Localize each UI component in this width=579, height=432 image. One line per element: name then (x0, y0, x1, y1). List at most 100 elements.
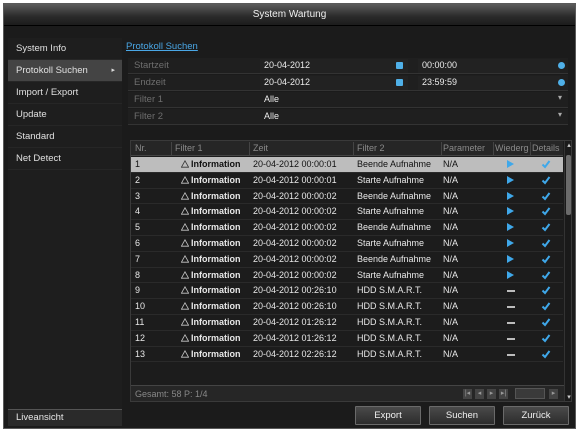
unavailable-icon (507, 290, 515, 293)
sidebar-item-net-detect[interactable]: Net Detect (8, 148, 122, 170)
table-footer: Gesamt: 58 P: 1/4 |◂ ◂ ▸ ▸| ▸ (131, 385, 564, 401)
checkmark-icon[interactable] (541, 285, 551, 295)
play-icon[interactable] (507, 238, 514, 247)
row-parameter: N/A (443, 301, 459, 312)
table-row[interactable]: 2 Information 20-04-2012 00:00:01 Starte Au… (131, 173, 563, 189)
page-number-input[interactable] (515, 388, 545, 399)
checkmark-icon[interactable] (541, 317, 551, 327)
row-filter1: Information (191, 285, 241, 296)
sidebar-item-standard[interactable]: Standard (8, 126, 122, 148)
table-row[interactable]: 4 Information 20-04-2012 00:00:02 Starte Au… (131, 204, 563, 221)
scroll-down-icon[interactable]: ▾ (565, 393, 571, 401)
start-time-label: Startzeit (134, 60, 169, 71)
first-page-button[interactable]: |◂ (463, 389, 472, 399)
row-number: 8 (135, 269, 141, 280)
column-header-filter2[interactable]: Filter 2 (357, 143, 441, 153)
play-icon[interactable] (507, 191, 514, 200)
column-header-details[interactable]: Details (532, 143, 563, 153)
table-row[interactable]: 8 Information 20-04-2012 00:00:02 Starte Au… (131, 268, 563, 284)
sidebar: System Info Protokoll Suchen ▸ Import / … (8, 38, 122, 423)
play-icon[interactable] (507, 175, 514, 184)
back-button[interactable]: Zurück (503, 406, 569, 425)
table-row[interactable]: 7 Information 20-04-2012 00:00:02 Beende Au… (131, 252, 563, 268)
row-number: 13 (135, 348, 146, 359)
table-row[interactable]: 13 Information 20-04-2012 02:26:12 HDD S.M.… (131, 347, 563, 363)
log-table: Nr. Filter 1 Zeit Filter 2 Parameter Wie… (130, 140, 572, 402)
checkmark-icon[interactable] (541, 238, 551, 248)
column-header-playback[interactable]: Wiedergabe (495, 143, 529, 153)
row-number: 10 (135, 301, 146, 312)
table-row[interactable]: 1 Information 20-04-2012 00:00:01 Beende Au… (131, 157, 563, 173)
calendar-icon[interactable] (396, 62, 403, 69)
scroll-up-icon[interactable]: ▴ (565, 141, 571, 149)
checkmark-icon[interactable] (541, 222, 551, 232)
row-time: 20-04-2012 00:00:02 (253, 190, 337, 201)
warning-triangle-icon (181, 270, 189, 279)
next-page-button[interactable]: ▸ (487, 389, 496, 399)
row-filter1: Information (191, 159, 241, 169)
clock-icon[interactable] (558, 79, 565, 86)
sidebar-item-log-search[interactable]: Protokoll Suchen ▸ (8, 60, 122, 82)
prev-page-button[interactable]: ◂ (475, 389, 484, 399)
last-page-button[interactable]: ▸| (499, 389, 508, 399)
chevron-down-icon[interactable]: ▾ (558, 110, 562, 119)
checkmark-icon[interactable] (541, 333, 551, 343)
row-filter1: Information (191, 301, 241, 312)
row-filter1: Information (191, 174, 241, 185)
checkmark-icon[interactable] (541, 159, 551, 169)
row-time: 20-04-2012 00:00:01 (253, 159, 337, 169)
sidebar-item-import-export[interactable]: Import / Export (8, 82, 122, 104)
section-title[interactable]: Protokoll Suchen (126, 41, 198, 53)
checkmark-icon[interactable] (541, 301, 551, 311)
play-icon[interactable] (507, 270, 514, 279)
chevron-down-icon[interactable]: ▾ (558, 93, 562, 102)
play-icon[interactable] (507, 160, 514, 168)
row-filter2: HDD S.M.A.R.T. (357, 348, 423, 359)
calendar-icon[interactable] (396, 79, 403, 86)
table-row[interactable]: 12 Information 20-04-2012 01:26:12 HDD S.M.… (131, 331, 563, 347)
checkmark-icon[interactable] (541, 270, 551, 280)
table-row[interactable]: 9 Information 20-04-2012 00:26:10 HDD S.M.A… (131, 283, 563, 300)
table-body: 1 Information 20-04-2012 00:00:01 Beende Au… (131, 157, 563, 363)
checkmark-icon[interactable] (541, 175, 551, 185)
filter2-select[interactable]: Alle (264, 111, 279, 121)
start-time-value: 00:00:00 (422, 60, 458, 70)
row-filter2: Beende Aufnahme (357, 159, 432, 169)
sidebar-item-update[interactable]: Update (8, 104, 122, 126)
column-header-nr[interactable]: Nr. (135, 143, 171, 153)
clock-icon[interactable] (558, 62, 565, 69)
checkmark-icon[interactable] (541, 206, 551, 216)
end-time-row: Endzeit 20-04-2012 23:59:59 (128, 75, 568, 91)
checkmark-icon[interactable] (541, 254, 551, 264)
live-view-button[interactable]: Liveansicht (8, 409, 122, 426)
column-divider (530, 142, 531, 155)
export-button[interactable]: Export (355, 406, 421, 425)
column-divider (171, 142, 172, 155)
checkmark-icon[interactable] (541, 191, 551, 201)
table-row[interactable]: 3 Information 20-04-2012 00:00:02 Beende Au… (131, 189, 563, 205)
row-parameter: N/A (443, 253, 459, 264)
row-number: 11 (135, 316, 145, 327)
go-to-page-button[interactable]: ▸ (549, 389, 558, 399)
checkmark-icon[interactable] (541, 349, 551, 359)
table-row[interactable]: 11 Information 20-04-2012 01:26:12 HDD S.M.… (131, 315, 563, 331)
scrollbar-thumb[interactable] (566, 155, 571, 215)
table-row[interactable]: 10 Information 20-04-2012 00:26:10 HDD S.M.… (131, 299, 563, 315)
play-icon[interactable] (507, 254, 514, 263)
row-time: 20-04-2012 00:00:01 (253, 174, 337, 185)
column-header-parameter[interactable]: Parameter (443, 143, 491, 153)
sidebar-item-system-info[interactable]: System Info (8, 38, 122, 60)
filter1-row: Filter 1 Alle ▾ (128, 92, 568, 108)
table-row[interactable]: 6 Information 20-04-2012 00:00:02 Starte Au… (131, 236, 563, 252)
play-icon[interactable] (507, 207, 514, 216)
column-header-filter1[interactable]: Filter 1 (175, 143, 247, 153)
table-scrollbar[interactable]: ▴ ▾ (564, 141, 571, 401)
row-parameter: N/A (443, 222, 459, 233)
play-icon[interactable] (507, 223, 514, 232)
start-date-value: 20-04-2012 (264, 60, 311, 70)
total-count: Gesamt: 58 P: 1/4 (135, 389, 208, 399)
table-row[interactable]: 5 Information 20-04-2012 00:00:02 Beende Au… (131, 220, 563, 236)
column-header-time[interactable]: Zeit (253, 143, 353, 153)
search-button[interactable]: Suchen (429, 406, 495, 425)
filter1-select[interactable]: Alle (264, 94, 279, 104)
